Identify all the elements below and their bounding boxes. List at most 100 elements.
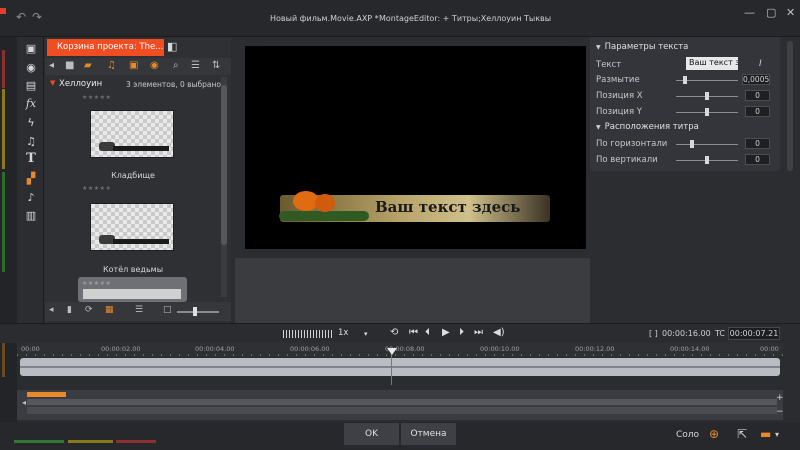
thumbnail-size-icon[interactable]: □ <box>163 305 172 315</box>
posy-slider-knob[interactable] <box>705 108 709 116</box>
film-reel-icon[interactable]: ◉ <box>23 60 39 76</box>
thumbnail-witch-cauldron[interactable] <box>90 203 174 251</box>
video-filter-icon[interactable]: ■ <box>65 60 74 71</box>
audio-icon[interactable]: ♪ <box>23 190 39 206</box>
zoom-slider[interactable] <box>177 311 219 313</box>
ok-button[interactable]: OK <box>344 423 399 445</box>
photos-icon[interactable]: ▤ <box>23 78 39 94</box>
zoom-out-icon[interactable]: − <box>776 407 784 417</box>
preview-area: Ваш текст здесь <box>232 37 590 323</box>
scrollbar-thumb[interactable] <box>221 85 227 245</box>
video-preview[interactable]: Ваш текст здесь <box>245 46 586 249</box>
output-icon[interactable]: ▬ <box>760 427 771 441</box>
minimize-button[interactable]: — <box>744 6 755 19</box>
preview-lower-panel <box>235 258 590 323</box>
step-back-icon[interactable]: ⏴ <box>425 327 430 338</box>
timeline-track[interactable] <box>20 358 780 376</box>
blur-slider-knob[interactable] <box>683 76 687 84</box>
timecode-field[interactable]: 00:00:07.21 <box>728 327 780 340</box>
chevron-down-icon[interactable]: ▾ <box>364 330 368 338</box>
track-color-bar <box>68 440 113 443</box>
zoom-in-icon[interactable]: + <box>776 393 784 403</box>
loop-icon[interactable]: ⟲ <box>390 327 398 338</box>
library-tool-column: ▣ ◉ ▤ fx ϟ ♫ T ▞ ♪ ▥ <box>17 37 44 323</box>
list-view-icon[interactable]: ☰ <box>135 305 143 315</box>
rating-stars[interactable]: ★★★★★ <box>82 185 111 192</box>
step-forward-icon[interactable]: ⏵ <box>459 327 464 338</box>
bin-switch-icon[interactable]: ◧ <box>167 40 177 53</box>
properties-content: ▼ Параметры текста Текст Ваш текст з, I Р… <box>590 37 780 171</box>
grid-view-icon[interactable]: ▦ <box>105 305 114 315</box>
sync-icon[interactable]: ⟳ <box>85 305 93 315</box>
bin-tab[interactable]: Корзина проекта: The... <box>47 39 164 56</box>
timeline-overview[interactable] <box>17 390 783 420</box>
crosshair-icon[interactable]: ⊕ <box>709 427 719 441</box>
piano-icon[interactable]: ▥ <box>23 208 39 224</box>
go-to-start-icon[interactable]: ⏮ <box>409 327 418 338</box>
ruler-tick: 00:00:10.00 <box>480 345 520 353</box>
text-input[interactable]: Ваш текст з, <box>686 57 738 70</box>
export-icon[interactable]: ⇱ <box>737 427 747 441</box>
posx-slider-knob[interactable] <box>705 92 709 100</box>
app-icon <box>0 8 6 14</box>
posy-value[interactable]: 0 <box>745 106 770 117</box>
section-text-params[interactable]: ▼ Параметры текста <box>596 42 688 52</box>
bottom-bar: OK Отмена Соло ⊕ ⇱ ▬ ▾ <box>0 422 800 450</box>
cancel-button[interactable]: Отмена <box>401 423 456 445</box>
properties-scrollbar[interactable] <box>787 41 793 171</box>
rating-stars[interactable]: ★★★★★ <box>82 280 111 287</box>
undo-arrow-icon[interactable]: ↶ <box>16 10 26 24</box>
italic-button[interactable]: I <box>759 59 762 69</box>
chevron-down-icon[interactable]: ▼ <box>50 79 55 87</box>
image-filter-icon[interactable]: ▣ <box>129 60 138 71</box>
delete-icon[interactable]: ▮ <box>67 305 72 315</box>
bin-scrollbar[interactable] <box>221 77 227 297</box>
titles-icon[interactable]: T <box>23 151 39 167</box>
disc-filter-icon[interactable]: ◉ <box>150 60 159 71</box>
ruler-tick: 00:00:12.00 <box>575 345 615 353</box>
posx-value[interactable]: 0 <box>745 90 770 101</box>
maximize-button[interactable]: ▢ <box>766 6 776 19</box>
vertical-label: По вертикали <box>596 155 658 165</box>
jog-shuttle[interactable] <box>283 330 333 338</box>
zoom-slider-knob[interactable] <box>193 307 197 316</box>
duration-value: 00:00:16.00 <box>662 329 711 338</box>
speed-select[interactable]: 1x <box>338 328 348 338</box>
blur-value[interactable]: 0,0005 <box>742 74 770 85</box>
effects-icon[interactable]: fx <box>23 96 39 112</box>
package-icon[interactable]: ▣ <box>23 41 39 57</box>
horizontal-slider-knob[interactable] <box>690 140 694 148</box>
section-title-position[interactable]: ▼ Расположения титра <box>596 122 699 132</box>
transitions-icon[interactable]: ϟ <box>23 115 39 131</box>
horizontal-value[interactable]: 0 <box>745 138 770 149</box>
music-filter-icon[interactable]: ♫ <box>107 60 116 71</box>
film-filter-icon[interactable]: ▰ <box>84 60 92 71</box>
solo-label[interactable]: Соло <box>676 430 699 440</box>
section-text-params-label: Параметры текста <box>604 42 689 52</box>
vertical-value[interactable]: 0 <box>745 154 770 165</box>
scroll-left-icon[interactable]: ◂ <box>22 398 26 407</box>
playhead[interactable] <box>387 348 397 355</box>
montage-icon[interactable]: ▞ <box>23 171 39 187</box>
overview-clip[interactable] <box>27 392 66 397</box>
search-icon[interactable]: ⌕ <box>173 60 179 71</box>
item-label-cemetery: Кладбище <box>111 171 155 180</box>
volume-icon[interactable]: ◀) <box>493 327 505 338</box>
close-button[interactable]: ✕ <box>786 6 795 19</box>
horizontal-slider-track[interactable] <box>676 144 738 145</box>
back-icon[interactable]: ◂ <box>49 60 54 71</box>
thumbnail-cemetery[interactable] <box>90 110 174 158</box>
chevron-down-icon[interactable]: ▾ <box>775 430 779 439</box>
back-icon[interactable]: ◂ <box>49 305 54 315</box>
sort-icon[interactable]: ⇅ <box>212 60 220 71</box>
thumbnail-third-item[interactable]: ★★★★★ <box>78 277 187 302</box>
redo-arrow-icon[interactable]: ↷ <box>32 10 42 24</box>
rating-stars[interactable]: ★★★★★ <box>82 94 111 101</box>
go-to-end-icon[interactable]: ⏭ <box>474 327 483 338</box>
vertical-slider-knob[interactable] <box>705 156 709 164</box>
list-view-icon[interactable]: ☰ <box>191 60 200 71</box>
bin-folder-header: ▼ Хеллоуин 3 элементов, 0 выбрано <box>45 77 231 91</box>
music-icon[interactable]: ♫ <box>23 134 39 150</box>
play-icon[interactable]: ▶ <box>442 327 450 338</box>
timeline-ruler[interactable]: 00:00 00:00:02.00 00:00:04.00 00:00:06.0… <box>17 343 783 357</box>
